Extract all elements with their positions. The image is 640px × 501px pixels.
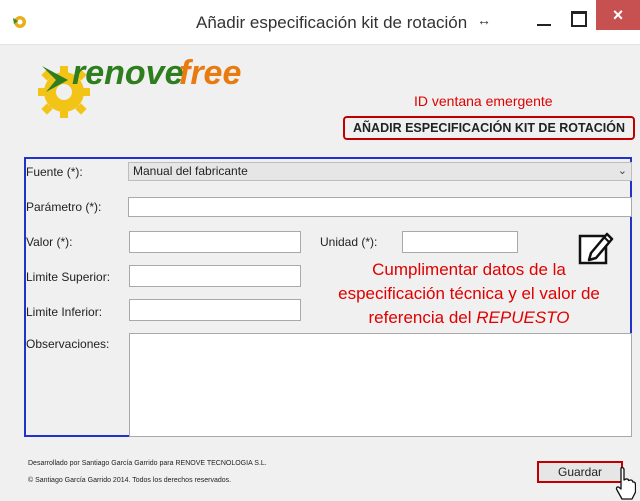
- valor-label: Valor (*):: [26, 235, 73, 249]
- window-title: Añadir especificación kit de rotación: [196, 13, 468, 32]
- instruction-annotation: Cumplimentar datos de la especificación …: [338, 260, 600, 327]
- unidad-input[interactable]: [402, 231, 518, 253]
- unidad-label: Unidad (*):: [320, 235, 378, 249]
- save-button[interactable]: Guardar: [537, 461, 623, 483]
- close-button[interactable]: ×: [596, 0, 640, 30]
- copyright-text: © Santiago García Garrido 2014. Todos lo…: [28, 477, 232, 484]
- chevron-down-icon: ⌄: [617, 165, 627, 177]
- observaciones-label: Observaciones:: [26, 337, 110, 351]
- limite-superior-label: Limite Superior:: [26, 270, 111, 284]
- app-gear-icon: [13, 16, 26, 28]
- valor-input[interactable]: [129, 231, 301, 253]
- parametro-label: Parámetro (*):: [26, 200, 102, 214]
- maximize-button[interactable]: [564, 6, 594, 34]
- fuente-value: Manual del fabricante: [133, 164, 248, 178]
- observaciones-textarea[interactable]: [129, 333, 632, 437]
- svg-text:free: free: [179, 54, 241, 92]
- fuente-label: Fuente (*):: [26, 165, 83, 179]
- parametro-input[interactable]: [128, 197, 632, 217]
- mouse-pointer-icon: [615, 466, 636, 500]
- limite-inferior-label: Limite Inferior:: [26, 305, 103, 319]
- developer-credit: Desarrollado por Santiago García Garrido…: [28, 460, 267, 467]
- title-bar: Añadir especificación kit de rotación ↔ …: [0, 0, 640, 45]
- limite-inferior-input[interactable]: [129, 299, 301, 321]
- fuente-select[interactable]: Manual del fabricante ⌄: [128, 162, 632, 181]
- popup-id-annotation: ID ventana emergente: [414, 93, 553, 109]
- renovefree-logo: renove free: [38, 54, 241, 118]
- limite-superior-input[interactable]: [129, 265, 301, 287]
- svg-text:renove: renove: [72, 54, 184, 92]
- minimize-button[interactable]: [528, 6, 562, 34]
- popup-id-code: AÑADIR ESPECIFICACIÓN KIT DE ROTACIÓN: [343, 116, 635, 140]
- resize-arrows-icon[interactable]: ↔: [477, 12, 491, 28]
